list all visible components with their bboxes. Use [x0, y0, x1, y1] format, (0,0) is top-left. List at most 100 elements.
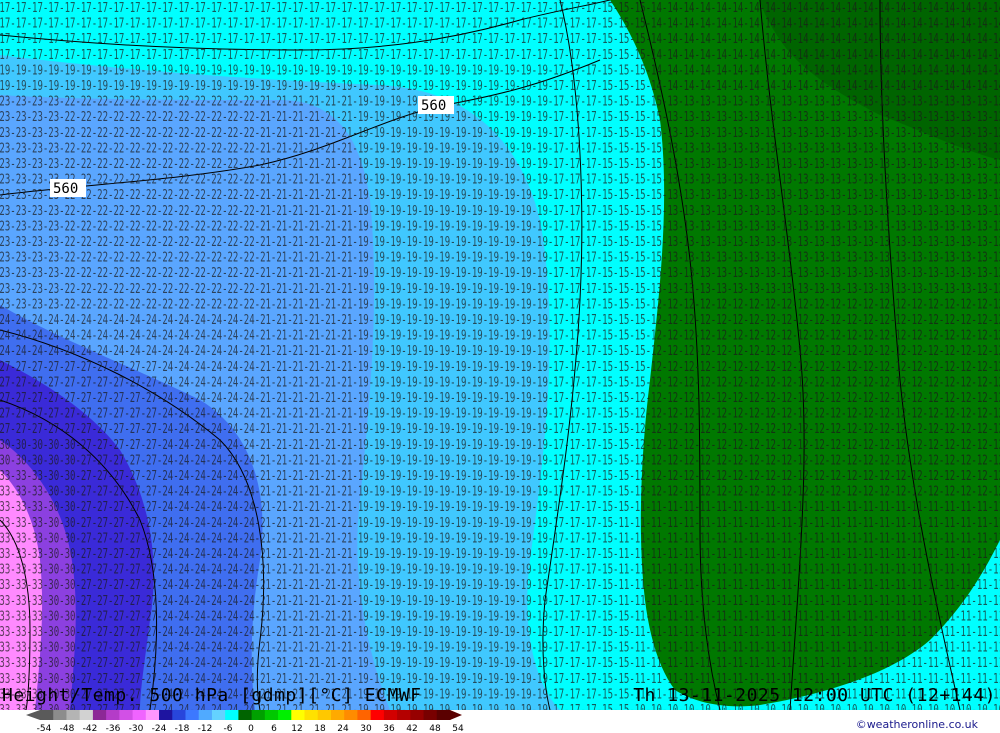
- color-scale-tick-label: -36: [106, 724, 121, 733]
- color-scale-tick-label: -42: [83, 724, 98, 733]
- isotherm-row: -23-23-23-23-22-22-22-22-22-22-22-22-22-…: [0, 204, 1000, 219]
- color-scale-cell: [225, 710, 239, 720]
- color-scale-tick-label: -54: [37, 724, 52, 733]
- isotherm-row: -33-33-33-30-30-27-27-27-27-27-24-24-24-…: [0, 656, 1000, 671]
- isotherm-row: -33-33-33-30-30-27-27-27-27-27-24-24-24-…: [0, 469, 1000, 484]
- color-scale-cell: [383, 710, 398, 720]
- color-scale-tick-label: 36: [383, 724, 395, 733]
- contour-label: 560: [418, 96, 454, 114]
- color-scale-cell: [238, 710, 253, 720]
- isotherm-row: -17-17-17-17-17-17-17-17-17-17-17-17-17-…: [0, 32, 1000, 47]
- isotherm-row: -33-33-33-30-30-27-27-27-27-27-24-24-24-…: [0, 594, 1000, 609]
- color-scale-cell: [185, 710, 200, 720]
- color-scale-cell: [53, 710, 67, 720]
- map-canvas: -17-17-17-17-17-17-17-17-17-17-17-17-17-…: [0, 0, 1000, 710]
- color-scale-tick-label: 6: [271, 724, 277, 733]
- color-scale-cell: [106, 710, 120, 720]
- isotherm-row: -23-23-23-23-22-22-22-22-22-22-22-22-22-…: [0, 173, 1000, 188]
- isotherm-row: -17-17-17-17-17-17-17-17-17-17-17-17-17-…: [0, 1, 1000, 16]
- color-scale-cell: [357, 710, 372, 720]
- footer: Height/Temp. 500 hPa [gdmp][°C] ECMWF Th…: [0, 685, 1000, 733]
- isotherm-row: -23-23-23-23-22-22-22-22-22-22-22-22-22-…: [0, 297, 1000, 312]
- isotherm-row: -33-33-33-30-30-27-27-27-27-27-24-24-24-…: [0, 578, 1000, 593]
- isotherm-row: -27-27-27-27-27-27-27-27-27-27-24-24-24-…: [0, 407, 1000, 422]
- isotherm-row: -23-23-23-23-22-22-22-22-22-22-22-22-22-…: [0, 251, 1000, 266]
- color-scale-cells: [26, 710, 462, 720]
- color-scale: -54 -48 -42 -36 -30 -24 -18 -12 -6 0 6 12 18 24 30 36 42…: [26, 710, 464, 733]
- isotherm-row: -17-17-17-17-17-17-17-17-17-17-17-17-17-…: [0, 17, 1000, 32]
- color-scale-cell: [40, 710, 54, 720]
- color-scale-arrow-left: [26, 710, 40, 720]
- isotherm-row: -19-19-19-19-19-19-19-19-19-19-19-19-19-…: [0, 63, 1000, 78]
- isotherm-row: -24-24-24-24-24-24-24-24-24-24-24-24-24-…: [0, 329, 1000, 344]
- color-scale-cell: [436, 710, 451, 720]
- color-scale-cell: [304, 710, 319, 720]
- isotherm-row: -33-33-33-30-30-27-27-27-27-27-24-24-24-…: [0, 516, 1000, 531]
- valid-time: Th 13-11-2025 12:00 UTC (12+144): [633, 685, 996, 706]
- isotherm-row: -23-23-23-23-22-22-22-22-22-22-22-22-22-…: [0, 110, 1000, 125]
- map-title: Height/Temp. 500 hPa [gdmp][°C] ECMWF: [2, 685, 422, 706]
- isotherm-row: -30-30-30-30-30-27-27-27-27-27-24-24-24-…: [0, 453, 1000, 468]
- color-scale-cell: [159, 710, 173, 720]
- color-scale-tick-label: -48: [60, 724, 75, 733]
- temperature-labels: -17-17-17-17-17-17-17-17-17-17-17-17-17-…: [0, 1, 1000, 710]
- contour-label-text: 560: [53, 181, 78, 197]
- isotherm-row: -27-27-27-27-27-27-27-27-27-27-24-24-24-…: [0, 391, 1000, 406]
- color-scale-cell: [278, 710, 292, 720]
- isotherm-row: -17-17-17-17-17-17-17-17-17-17-17-17-17-…: [0, 48, 1000, 63]
- color-scale-cell: [92, 710, 107, 720]
- color-scale-tick-label: 12: [291, 724, 302, 733]
- isotherm-row: -27-27-27-27-27-27-27-27-27-27-24-24-24-…: [0, 422, 1000, 437]
- color-scale-tick-label: -6: [224, 724, 233, 733]
- color-scale-tick-label: 30: [360, 724, 372, 733]
- color-scale-tick-label: -12: [198, 724, 213, 733]
- isotherm-row: -23-23-23-23-22-22-22-22-22-22-22-22-22-…: [0, 157, 1000, 172]
- color-scale-cell: [397, 710, 411, 720]
- color-scale-cell: [198, 710, 213, 720]
- color-scale-tick-label: -18: [175, 724, 190, 733]
- color-scale-cell: [291, 710, 306, 720]
- isotherm-row: -33-33-33-30-30-27-27-27-27-27-24-24-24-…: [0, 531, 1000, 546]
- isotherm-row: -23-23-23-23-22-22-22-22-22-22-22-22-22-…: [0, 188, 1000, 203]
- color-scale-ticks: -54 -48 -42 -36 -30 -24 -18 -12 -6 0 6 12 18 24 30 36 42…: [37, 724, 464, 733]
- color-scale-cell: [145, 710, 160, 720]
- color-scale-cell: [211, 710, 226, 720]
- isotherm-row: -33-33-33-30-30-27-27-27-27-27-24-24-24-…: [0, 625, 1000, 640]
- color-scale-cell: [370, 710, 385, 720]
- isotherm-row: -19-19-19-19-19-19-19-19-19-19-19-19-19-…: [0, 79, 1000, 94]
- color-scale-tick-label: 18: [314, 724, 326, 733]
- color-scale-tick-label: 48: [429, 724, 441, 733]
- color-scale-cell: [132, 710, 147, 720]
- color-scale-cell: [264, 710, 279, 720]
- color-scale-tick-label: 24: [337, 724, 349, 733]
- color-scale-arrow-right: [450, 710, 462, 720]
- isotherm-row: -23-23-23-23-22-22-22-22-22-22-22-22-22-…: [0, 282, 1000, 297]
- isotherm-row: -33-33-33-30-30-27-27-27-27-27-24-24-24-…: [0, 485, 1000, 500]
- color-scale-tick-label: 54: [452, 724, 464, 733]
- color-scale-cell: [410, 710, 425, 720]
- color-scale-cell: [172, 710, 186, 720]
- color-scale-cell: [79, 710, 94, 720]
- isotherm-row: -23-23-23-23-22-22-22-22-22-22-22-22-22-…: [0, 219, 1000, 234]
- contour-label: 560: [50, 179, 86, 197]
- isotherm-row: -33-33-33-30-30-27-27-27-27-27-24-24-24-…: [0, 563, 1000, 578]
- isotherm-row: -27-27-27-27-27-27-27-27-27-27-24-24-24-…: [0, 360, 1000, 375]
- isotherm-row: -23-23-23-23-22-22-22-22-22-22-22-22-22-…: [0, 141, 1000, 156]
- isotherm-row: -30-30-30-30-30-27-27-27-27-27-24-24-24-…: [0, 438, 1000, 453]
- color-scale-tick-label: -24: [152, 724, 167, 733]
- color-scale-tick-label: 0: [248, 724, 254, 733]
- isotherm-row: -23-23-23-23-22-22-22-22-22-22-22-22-22-…: [0, 126, 1000, 141]
- isotherm-row: -33-33-33-30-30-27-27-27-27-27-24-24-24-…: [0, 547, 1000, 562]
- color-scale-tick-label: -30: [129, 724, 144, 733]
- isotherm-row: -24-24-24-24-24-24-24-24-24-24-24-24-24-…: [0, 313, 1000, 328]
- color-scale-cell: [344, 710, 358, 720]
- isotherm-row: -23-23-23-23-22-22-22-22-22-22-22-22-22-…: [0, 235, 1000, 250]
- color-scale-cell: [317, 710, 332, 720]
- isotherm-row: -23-23-23-23-22-22-22-22-22-22-22-22-22-…: [0, 266, 1000, 281]
- color-scale-cell: [423, 710, 438, 720]
- contour-label-text: 560: [421, 98, 446, 114]
- isotherm-row: -24-24-24-24-24-24-24-24-24-24-24-24-24-…: [0, 344, 1000, 359]
- credit-link[interactable]: ©weatheronline.co.uk: [856, 718, 978, 731]
- isotherm-row: -33-33-33-30-30-27-27-27-27-27-24-24-24-…: [0, 500, 1000, 515]
- color-scale-cell: [330, 710, 345, 720]
